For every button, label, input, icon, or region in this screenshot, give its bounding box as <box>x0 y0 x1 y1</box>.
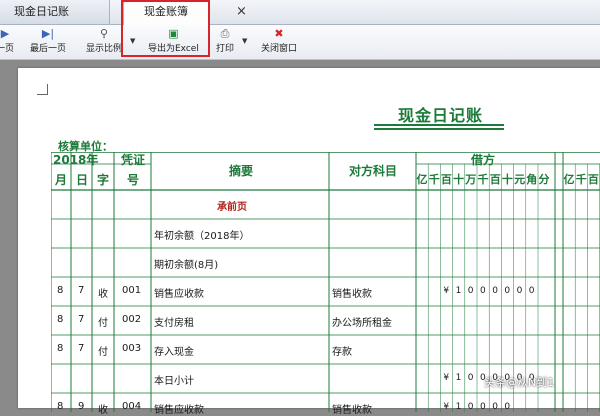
header-credit-digit: 百 <box>587 173 599 186</box>
row-hao: 003 <box>122 343 142 354</box>
tab-cash-ledger[interactable]: 现金账簿 <box>123 0 209 25</box>
row-debit-digit: 0 <box>467 286 474 296</box>
export-excel-button[interactable]: ▣ 导出为Excel <box>148 27 199 54</box>
tab-bar: 现金日记账 现金账簿 × <box>0 0 600 25</box>
header-account: 对方科目 <box>349 164 398 178</box>
row-debit-digit: 0 <box>504 402 511 412</box>
header-hao: 号 <box>127 173 140 187</box>
header-digit: 元 <box>514 173 526 186</box>
header-debit: 借方 <box>471 153 496 167</box>
watermark: 头条@从N到1 <box>484 376 555 389</box>
ledger-page: 现金日记账 核算单位： 2018年凭证月日字号摘要对方科目借方贷亿千百十万千百十… <box>18 68 600 416</box>
row-debit-digit: 0 <box>467 402 474 412</box>
row-debit-digit: 0 <box>492 286 498 296</box>
row-debit-digit: 0 <box>492 402 498 412</box>
header-digit: 万 <box>465 173 477 186</box>
last-page-icon: ▶| <box>41 27 55 40</box>
row-summary: 销售应收款 <box>154 289 204 300</box>
header-digit: 角 <box>526 173 538 186</box>
corner-mark <box>37 84 48 95</box>
row-summary: 支付房租 <box>154 318 194 329</box>
close-window-icon: ✖ <box>274 27 284 40</box>
row-account: 存款 <box>332 347 352 358</box>
header-digit: 千 <box>477 173 489 186</box>
row-hao: 001 <box>122 285 142 296</box>
row-day: 7 <box>78 285 85 296</box>
row-debit-digit: ¥ <box>443 402 450 412</box>
row-debit-digit: 1 <box>455 373 462 383</box>
header-digit: 百 <box>489 173 501 186</box>
title-underline-2 <box>374 128 504 130</box>
row-month: 8 <box>57 343 64 354</box>
row-month: 8 <box>57 285 64 296</box>
row-debit-digit: 0 <box>504 286 511 296</box>
header-month: 月 <box>55 173 68 187</box>
row-debit-digit: 0 <box>467 373 474 383</box>
row-account: 销售收款 <box>332 405 372 416</box>
row-zi: 付 <box>98 318 108 329</box>
row-summary: 销售应收款 <box>154 405 204 416</box>
row-debit-digit: 0 <box>528 286 535 296</box>
row-day: 7 <box>78 314 85 325</box>
row-debit-digit: ¥ <box>443 286 450 296</box>
print-icon: ⎙ <box>220 27 230 40</box>
header-zi: 字 <box>97 173 110 187</box>
print-button[interactable]: ⎙ 打印 <box>216 27 234 54</box>
zoom-button[interactable]: ⚲ 显示比例 <box>86 27 122 54</box>
row-account: 办公场所租金 <box>332 318 392 329</box>
row-debit-digit: 1 <box>455 402 462 412</box>
row-hao: 004 <box>122 401 142 412</box>
header-summary: 摘要 <box>229 164 254 178</box>
tab-close-icon[interactable]: × <box>236 0 247 24</box>
excel-export-icon: ▣ <box>168 27 179 40</box>
header-digit: 百 <box>440 173 452 186</box>
row-debit-digit: 0 <box>480 402 486 412</box>
first-page-button[interactable]: ▶ 一页 <box>0 27 14 54</box>
header-year: 2018年 <box>53 153 99 167</box>
ledger-title: 现金日记账 <box>397 106 483 125</box>
header-voucher: 凭证 <box>121 153 146 167</box>
last-page-button[interactable]: ▶| 最后一页 <box>30 27 66 54</box>
header-day: 日 <box>76 173 89 187</box>
header-digit: 十 <box>453 173 465 186</box>
row-summary: 期初余额(8月) <box>154 260 219 271</box>
row-debit-digit: 0 <box>480 286 486 296</box>
tab-cash-journal[interactable]: 现金日记账 <box>0 0 110 24</box>
row-zi: 付 <box>98 347 108 358</box>
row-debit-digit: ¥ <box>443 373 450 383</box>
row-summary: 本日小计 <box>154 376 194 387</box>
print-dropdown-icon[interactable]: ▼ <box>242 37 247 45</box>
row-hao: 002 <box>122 314 142 325</box>
row-debit-digit: 0 <box>516 286 523 296</box>
close-window-button[interactable]: ✖ 关闭窗口 <box>261 27 297 54</box>
row-month: 8 <box>57 401 64 412</box>
first-page-icon: ▶ <box>0 27 10 40</box>
row-summary: 年初余额（2018年） <box>154 231 250 242</box>
header-digit: 亿 <box>416 173 428 186</box>
header-digit: 十 <box>501 173 513 186</box>
zoom-icon: ⚲ <box>99 27 109 40</box>
zoom-dropdown-icon[interactable]: ▼ <box>130 37 135 45</box>
row-zi: 收 <box>98 289 108 300</box>
row-summary: 承前页 <box>217 202 247 213</box>
row-summary: 存入现金 <box>154 347 194 358</box>
row-account: 销售收款 <box>332 289 372 300</box>
title-underline <box>374 124 504 126</box>
header-credit-digit: 千 <box>575 173 587 186</box>
header-digit: 分 <box>538 173 550 186</box>
row-day: 9 <box>78 401 85 412</box>
header-credit-digit: 亿 <box>563 173 575 186</box>
row-day: 7 <box>78 343 85 354</box>
header-digit: 千 <box>428 173 440 186</box>
toolbar: ▶ 一页 ▶| 最后一页 ⚲ 显示比例 ▼ ▣ 导出为Excel ⎙ 打印 ▼ ✖ 关闭窗口 <box>0 25 600 60</box>
row-debit-digit: 1 <box>455 286 462 296</box>
row-month: 8 <box>57 314 64 325</box>
row-zi: 收 <box>98 405 108 416</box>
